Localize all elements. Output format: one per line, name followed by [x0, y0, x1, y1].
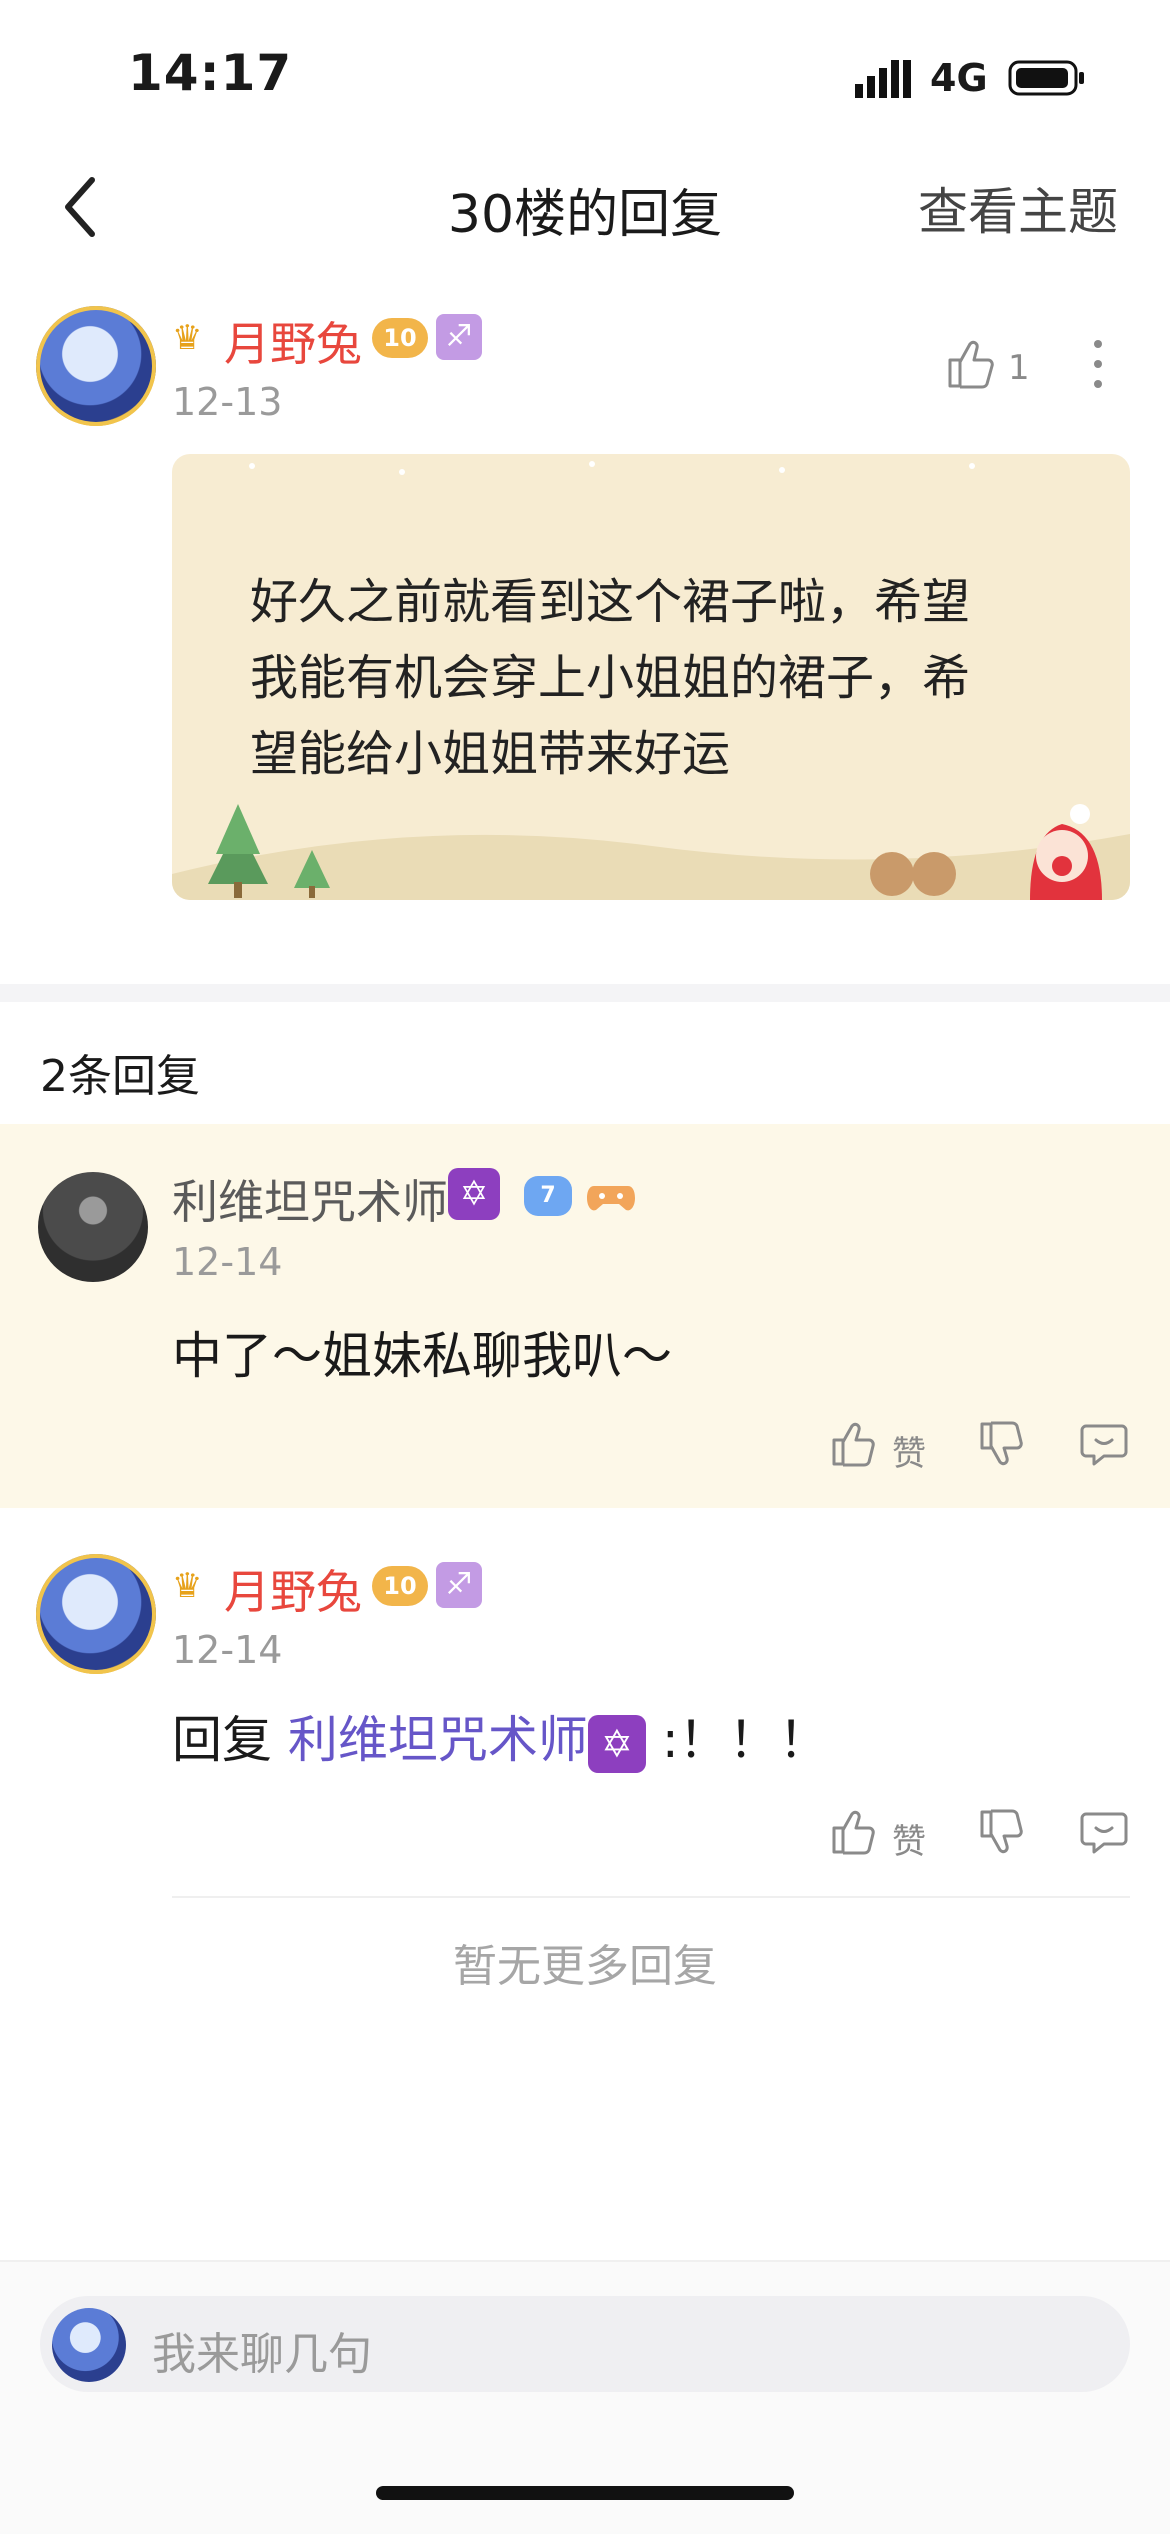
gamepad-icon [587, 1186, 635, 1211]
comment-input-placeholder[interactable]: 我来聊几句 [152, 2318, 372, 2382]
thumbs-up-icon[interactable] [830, 1808, 878, 1856]
crown-icon: ♛ [172, 1566, 203, 1606]
author-name[interactable]: 月野兔 [224, 308, 362, 374]
home-indicator[interactable] [376, 2486, 794, 2500]
status-time: 14:17 [128, 44, 293, 102]
divider [172, 1896, 1130, 1898]
star-of-david-icon: ✡ [587, 1714, 646, 1773]
signal-icon [855, 60, 911, 98]
thumbs-up-icon[interactable] [946, 338, 994, 390]
view-topic-button[interactable]: 查看主题 [918, 172, 1118, 244]
post-date: 12-13 [172, 380, 283, 424]
author-name[interactable]: 利维坦咒术师 [172, 1166, 448, 1232]
reply-prefix: 回复 [172, 1711, 272, 1769]
comment-icon[interactable] [1080, 1420, 1128, 1468]
post-text-line: 好久之前就看到这个裙子啦，希望 [250, 574, 971, 630]
comment-icon[interactable] [1080, 1808, 1128, 1856]
network-type: 4G [930, 56, 988, 100]
level-badge: 10 [372, 1566, 428, 1606]
crown-icon: ♛ [172, 318, 203, 358]
sagittarius-icon: ♐ [436, 314, 482, 360]
post-text: 好久之前就看到这个裙子啦，希望 我能有机会穿上小姐姐的裙子，希 望能给小姐姐带来… [250, 564, 1050, 792]
reply-date: 12-14 [172, 1628, 283, 1672]
avatar[interactable] [38, 1172, 148, 1282]
thumbs-down-icon[interactable] [978, 1808, 1026, 1856]
battery-icon [1008, 60, 1084, 96]
star-of-david-icon: ✡ [448, 1168, 500, 1220]
level-badge: 10 [372, 318, 428, 358]
thumbs-up-icon[interactable] [830, 1420, 878, 1468]
reply-to-user-link[interactable]: 利维坦咒术师 [288, 1711, 588, 1769]
like-label[interactable]: 赞 [892, 1426, 926, 1475]
level-badge: 7 [524, 1176, 572, 1216]
like-label[interactable]: 赞 [892, 1814, 926, 1863]
more-vertical-icon[interactable] [1090, 338, 1106, 390]
post-content-card: 好久之前就看到这个裙子啦，希望 我能有机会穿上小姐姐的裙子，希 望能给小姐姐带来… [172, 454, 1130, 900]
avatar[interactable] [36, 1554, 156, 1674]
replies-count: 2条回复 [40, 1051, 200, 1102]
reply-text: 回复 利维坦咒术师 ✡ :！！！ [172, 1700, 829, 1773]
post-text-line: 我能有机会穿上小姐姐的裙子，希 [250, 650, 971, 706]
post-text-line: 望能给小姐姐带来好运 [250, 726, 731, 782]
avatar[interactable] [36, 306, 156, 426]
sagittarius-icon: ♐ [436, 1562, 482, 1608]
avatar [52, 2308, 126, 2382]
reply-text: 中了～姐妹私聊我叭～ [172, 1327, 672, 1385]
author-name[interactable]: 月野兔 [224, 1556, 362, 1622]
section-divider [0, 984, 1170, 1002]
no-more-replies: 暂无更多回复 [453, 1941, 717, 1992]
thumbs-down-icon[interactable] [978, 1420, 1026, 1468]
reply-date: 12-14 [172, 1240, 283, 1284]
reply-body: :！！！ [661, 1711, 829, 1769]
like-count: 1 [1008, 348, 1030, 388]
